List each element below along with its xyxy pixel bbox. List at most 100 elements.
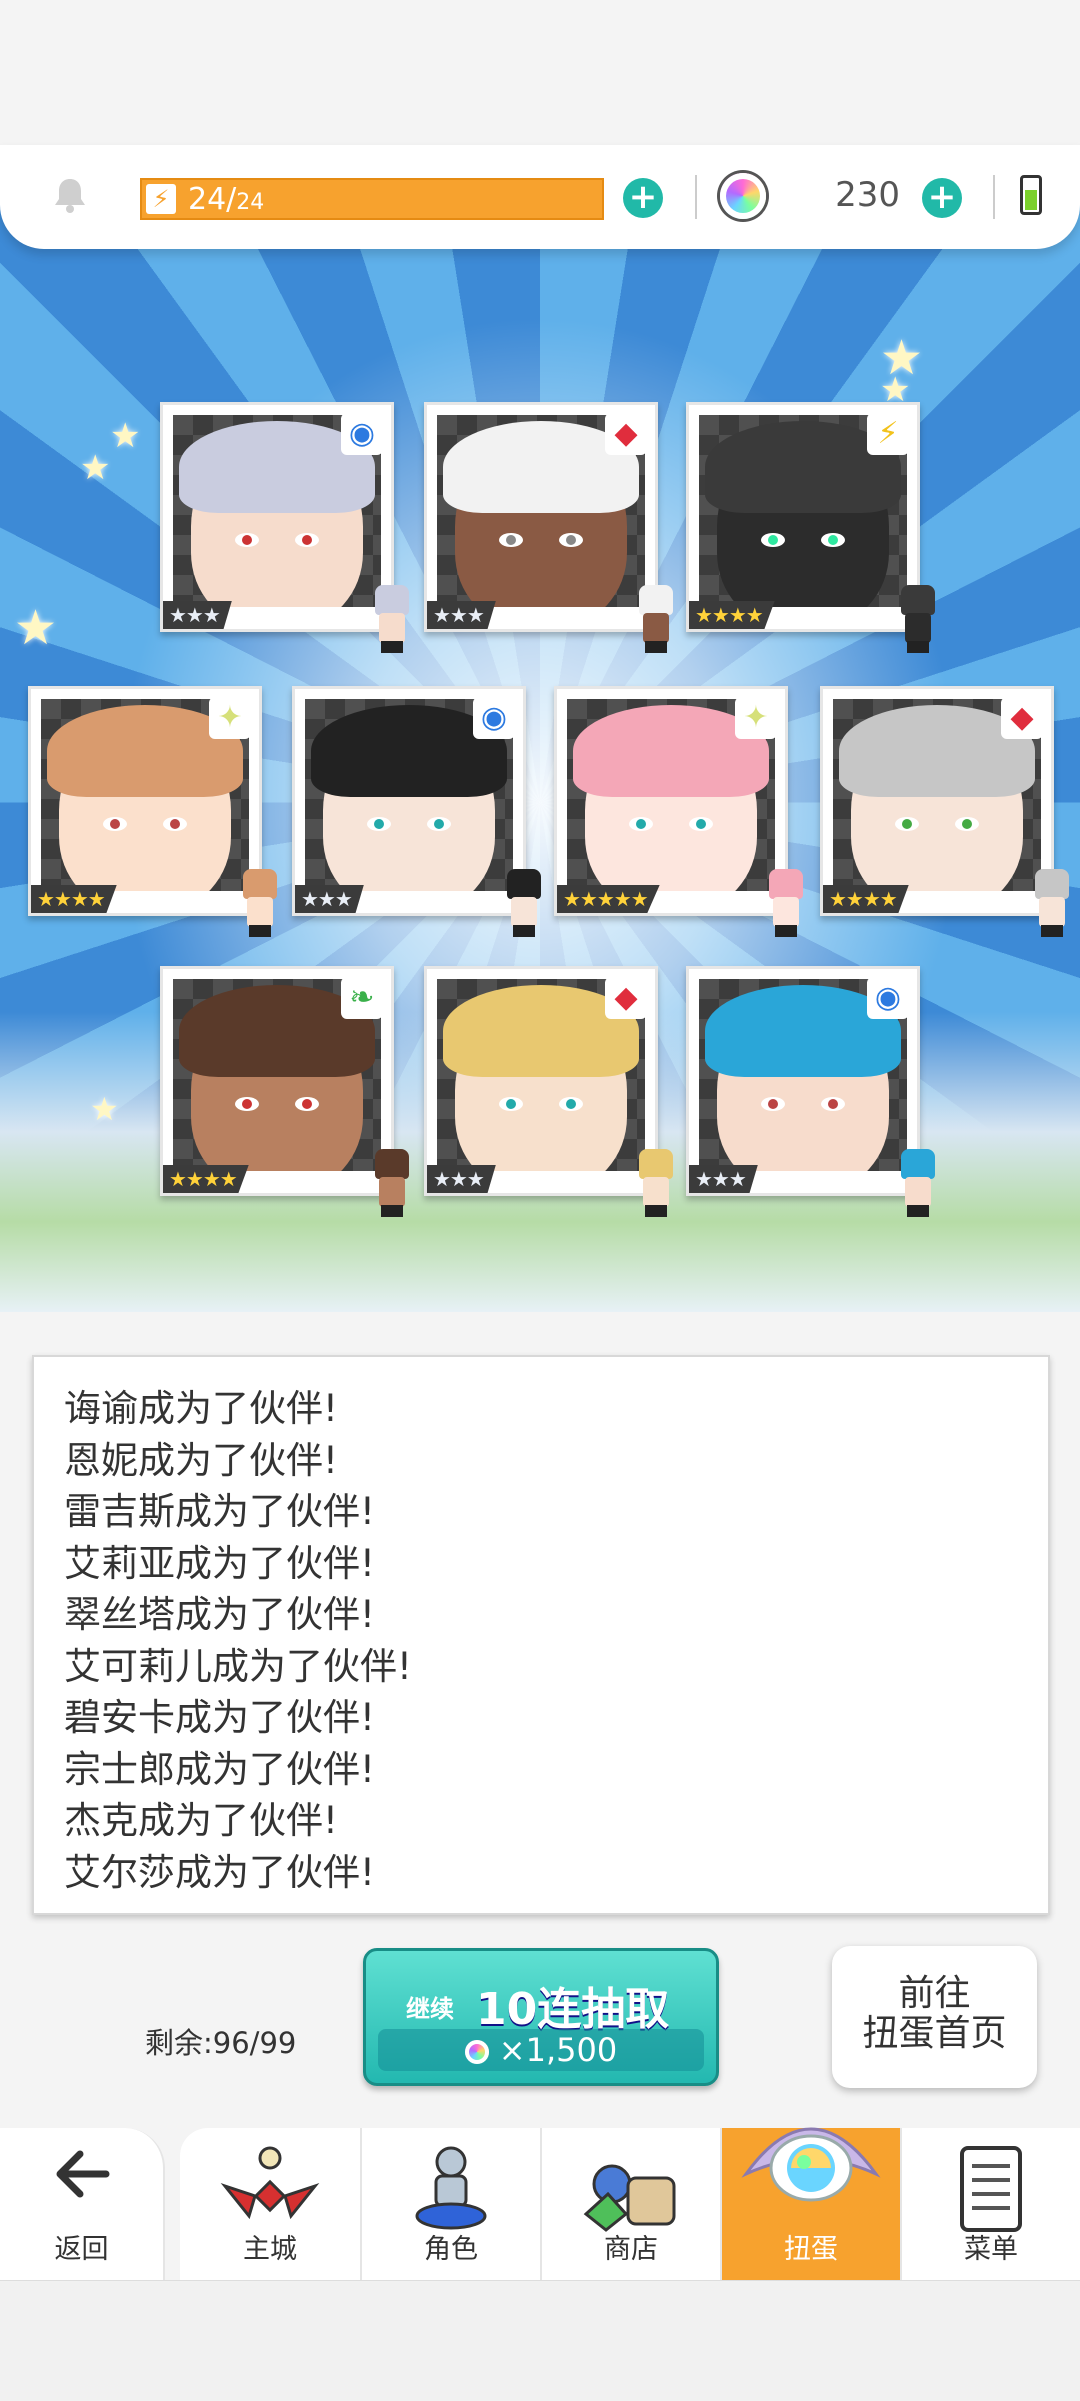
sprite-legs [645,641,667,653]
rarity-stars: ★★★ [295,885,364,913]
character-eye [235,533,259,547]
sprite-legs [249,925,271,937]
gacha-home-button[interactable]: 前往 扭蛋首页 [832,1946,1037,2088]
divider [993,175,995,219]
chibi-sprite [631,585,681,655]
sprite-body [905,613,931,643]
character-eye [689,817,713,831]
character-card[interactable]: ✦ ★★★★ [28,686,277,937]
rarity-stars: ★★★ [163,601,232,629]
sprite-body [1039,897,1065,927]
menu-list-icon [960,2146,1022,2232]
sprite-head [901,1149,935,1179]
add-energy-button[interactable]: + [623,178,663,218]
diamond-attribute-icon: ◆ [605,977,647,1019]
log-line: 宗士郎成为了伙伴! [64,1747,375,1791]
tab-menu[interactable]: 菜单 [902,2128,1080,2280]
chibi-sprite [893,1149,943,1219]
character-eye [103,817,127,831]
battery-icon [1020,175,1042,215]
add-gem-button[interactable]: + [922,178,962,218]
sprite-body [511,897,537,927]
chibi-sprite [367,585,417,655]
shop-icon [583,2164,676,2232]
chibi-sprite [235,869,285,939]
character-card[interactable]: ◆ ★★★★ [820,686,1069,937]
gacha-home-label-2: 扭蛋首页 [862,2013,1007,2054]
tab-gacha[interactable]: 扭蛋 [722,2127,902,2280]
log-line: 艾尔莎成为了伙伴! [64,1850,375,1894]
rarity-stars: ★★★★ [31,885,117,913]
tab-characters-label: 角色 [424,2234,478,2265]
character-eye [821,1097,845,1111]
sprite-head [639,585,673,615]
remaining-count: 剩余:96/99 [145,2026,297,2060]
diamond-attribute-icon: ◆ [605,413,647,455]
sprite-body [905,1177,931,1207]
sprite-body [379,613,405,643]
sparkle-icon: ★ [14,600,58,656]
sprite-head [243,869,277,899]
sparkle-icon: ★ [80,448,111,488]
tab-city-label: 主城 [243,2234,297,2265]
leaf-attribute-icon: ❧ [341,977,383,1019]
log-line: 恩妮成为了伙伴! [64,1438,338,1482]
back-button[interactable]: 返回 [0,2128,165,2280]
energy-bar: ⚡ 24/24 [140,178,604,220]
character-card[interactable]: ◆ ★★★ [424,402,673,653]
character-card[interactable]: ⚡ ★★★★ [686,402,935,653]
pull-10-button[interactable]: 继续 10连抽取 ×1,500 [363,1948,719,2086]
chibi-sprite [367,1149,417,1219]
character-eye [163,817,187,831]
sprite-body [379,1177,405,1207]
sprite-legs [907,1205,929,1217]
character-card[interactable]: ◉ ★★★ [292,686,541,937]
sprite-body [643,613,669,643]
circle-attribute-icon: ◉ [341,413,383,455]
tab-characters[interactable]: 角色 [362,2128,542,2280]
gem-icon [720,173,766,219]
energy-icon: ⚡ [146,184,176,214]
sprite-legs [1041,925,1063,937]
character-card[interactable]: ◆ ★★★ [424,966,673,1217]
tab-gacha-label: 扭蛋 [784,2234,838,2265]
sprite-legs [645,1205,667,1217]
bell-icon[interactable] [48,173,92,217]
character-card[interactable]: ✦ ★★★★★ [554,686,803,937]
character-eye [559,533,583,547]
continue-label: 继续 [406,1995,454,2023]
sprite-head [769,869,803,899]
energy-max: 24 [236,190,265,215]
tab-shop[interactable]: 商店 [542,2128,722,2280]
log-line: 艾莉亚成为了伙伴! [64,1541,375,1585]
character-eye [761,533,785,547]
character-eye [629,817,653,831]
character-eye [295,1097,319,1111]
character-icon [415,2146,487,2230]
character-eye [821,533,845,547]
character-eye [761,1097,785,1111]
rarity-stars: ★★★★ [823,885,909,913]
sprite-legs [381,641,403,653]
sprite-legs [381,1205,403,1217]
character-eye [895,817,919,831]
character-card[interactable]: ◉ ★★★ [686,966,935,1217]
character-card[interactable]: ◉ ★★★ [160,402,409,653]
rarity-stars: ★★★ [427,1165,496,1193]
tab-menu-label: 菜单 [964,2234,1018,2265]
light-attribute-icon: ✦ [209,697,251,739]
tab-city[interactable]: 主城 [180,2128,362,2280]
lightning-attribute-icon: ⚡ [867,413,909,455]
log-line: 碧安卡成为了伙伴! [64,1696,375,1739]
character-eye [427,817,451,831]
rarity-stars: ★★★ [689,1165,758,1193]
sprite-legs [513,925,535,937]
tab-shop-label: 商店 [604,2234,658,2265]
chibi-sprite [631,1149,681,1219]
result-log[interactable]: 诲谕成为了伙伴! 恩妮成为了伙伴! 雷吉斯成为了伙伴! 艾莉亚成为了伙伴! 翠丝塔成为了… [32,1355,1050,1915]
sprite-head [1035,869,1069,899]
bottom-nav: 返回 主城 角色 商店 扭蛋 菜单 [0,2127,1080,2280]
character-card[interactable]: ❧ ★★★★ [160,966,409,1217]
rarity-stars: ★★★★★ [557,885,660,913]
city-icon [220,2146,320,2220]
